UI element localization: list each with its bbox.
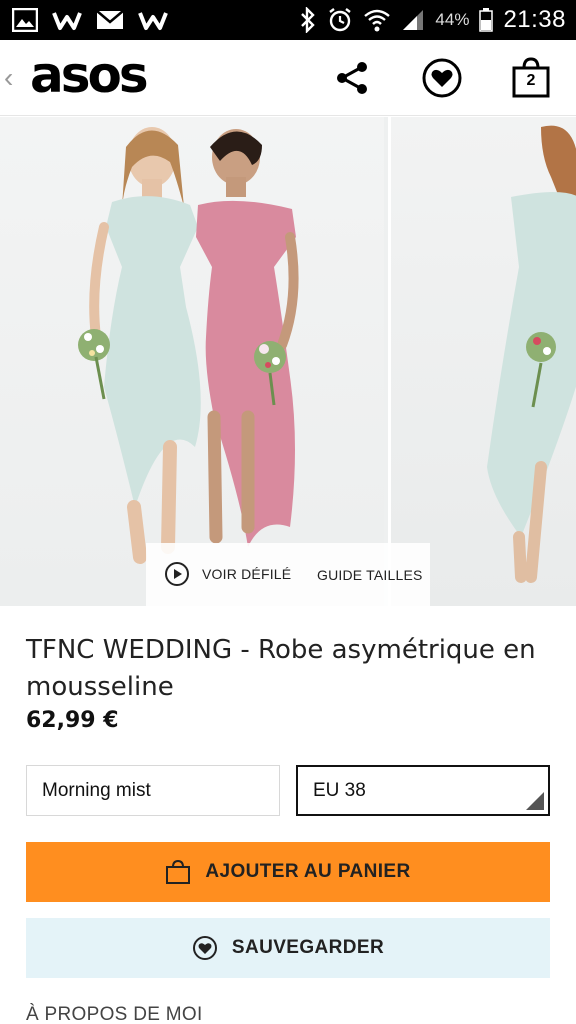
- wifi-icon: [363, 7, 391, 33]
- share-icon: [337, 62, 367, 94]
- chevron-left-icon[interactable]: ‹: [4, 62, 13, 94]
- model-illustration-2: [487, 125, 576, 583]
- bluetooth-icon: [299, 7, 317, 33]
- clock: 21:38: [503, 6, 566, 33]
- bag-icon: [166, 859, 191, 884]
- bag-button[interactable]: 2: [507, 54, 555, 102]
- heart-icon: [192, 936, 217, 960]
- battery-percent: 44%: [435, 10, 470, 29]
- status-bar: 44% 21:38: [0, 0, 576, 40]
- save-for-later-label: SAUVEGARDER: [231, 937, 385, 958]
- notification-icons: [12, 6, 168, 34]
- next-product-photo[interactable]: [388, 117, 576, 606]
- save-for-later-button[interactable]: SAUVEGARDER: [26, 918, 550, 978]
- colour-select[interactable]: Morning mist: [26, 765, 280, 816]
- add-to-bag-label: AJOUTER AU PANIER: [205, 861, 411, 882]
- dropdown-corner-icon: [526, 792, 544, 810]
- heart-icon: [422, 58, 462, 98]
- bag-count-badge: 2: [526, 72, 536, 89]
- add-to-bag-button[interactable]: AJOUTER AU PANIER: [26, 842, 550, 902]
- size-select-value: EU 38: [313, 779, 366, 801]
- product-title: TFNC WEDDING - Robe asymétrique en mouss…: [26, 635, 536, 702]
- product-image-gallery[interactable]: VOIR DÉFILÉ GUIDE TAILLES: [0, 117, 576, 606]
- product-price: 62,99 €: [26, 708, 119, 733]
- saved-items-button[interactable]: [418, 54, 466, 102]
- w-app-notification-icon-2: [138, 9, 168, 31]
- alarm-icon: [327, 7, 353, 33]
- about-me-section-heading[interactable]: À PROPOS DE MOI: [26, 1004, 203, 1024]
- size-select[interactable]: EU 38: [296, 765, 550, 816]
- watch-catwalk-label: VOIR DÉFILÉ: [202, 566, 292, 582]
- share-button[interactable]: [328, 54, 376, 102]
- watch-catwalk-button[interactable]: VOIR DÉFILÉ: [164, 561, 291, 587]
- media-controls-bar: VOIR DÉFILÉ GUIDE TAILLES: [146, 543, 430, 606]
- models-illustration: [78, 127, 299, 564]
- system-icons: 44% 21:38: [299, 0, 566, 40]
- asos-logo[interactable]: asos: [30, 46, 149, 104]
- mail-notification-icon: [96, 9, 124, 31]
- colour-select-value: Morning mist: [42, 779, 151, 801]
- play-icon: [165, 562, 189, 586]
- app-header: ‹ asos 2: [0, 40, 576, 116]
- gallery-notification-icon: [12, 8, 38, 32]
- battery-icon: [479, 8, 494, 32]
- w-app-notification-icon: [52, 9, 82, 31]
- product-photo[interactable]: [0, 117, 384, 606]
- signal-icon: [401, 8, 425, 32]
- size-guide-link[interactable]: GUIDE TAILLES: [317, 567, 423, 583]
